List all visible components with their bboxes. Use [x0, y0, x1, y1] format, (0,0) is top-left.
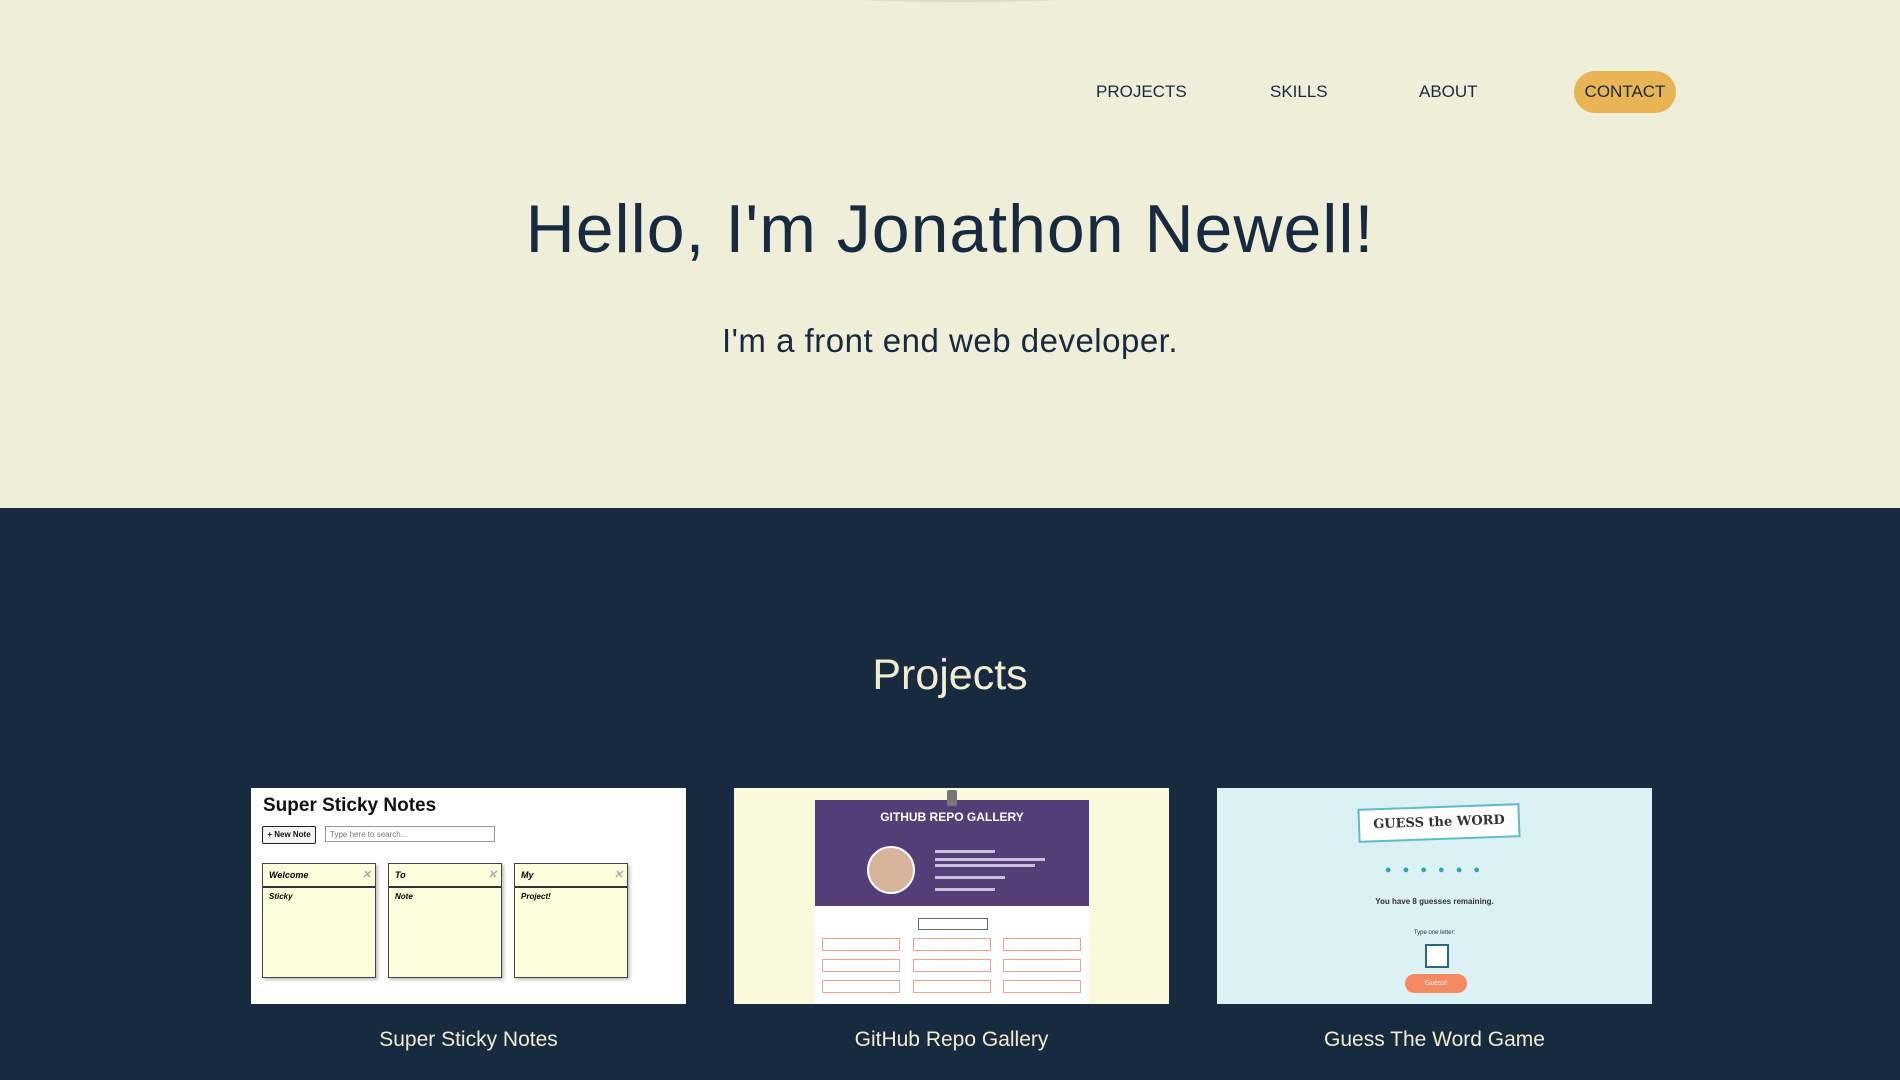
- preview-app-title: GITHUB REPO GALLERY: [880, 810, 1024, 824]
- nav-contact-button[interactable]: CONTACT: [1574, 71, 1676, 113]
- project-card-repo-gallery[interactable]: GITHUB REPO GALLERY GitHub Repo Gallery: [734, 788, 1169, 1052]
- nav-link-about[interactable]: ABOUT: [1419, 70, 1478, 114]
- preview-repo: [1003, 938, 1081, 951]
- preview-search-input: Type here to search...: [325, 826, 495, 842]
- preview-repo: [822, 980, 900, 993]
- preview-app-title: Super Sticky Notes: [263, 795, 437, 816]
- nav-link-projects[interactable]: PROJECTS: [1096, 70, 1187, 114]
- preview-repo: [822, 938, 900, 951]
- preview-app-title: GUESS the WORD: [1357, 803, 1521, 843]
- preview-note: Welcome ✕ Sticky: [262, 863, 376, 978]
- text-line: [935, 888, 995, 891]
- project-thumbnail[interactable]: GUESS the WORD ● ● ● ● ● ● You have 8 gu…: [1217, 788, 1652, 1004]
- preview-filter-input: [918, 918, 988, 930]
- project-title[interactable]: Super Sticky Notes: [251, 1028, 686, 1052]
- decorative-shape: [845, 0, 1075, 2]
- preview-input-label: Type one letter:: [1413, 930, 1456, 936]
- preview-repo: [913, 980, 991, 993]
- preview-repo: [913, 959, 991, 972]
- text-line: [935, 858, 1045, 861]
- preview-repo: [1003, 959, 1081, 972]
- project-title[interactable]: Guess The Word Game: [1217, 1028, 1652, 1052]
- projects-heading: Projects: [872, 651, 1028, 699]
- hero-subtitle: I'm a front end web developer.: [721, 322, 1179, 359]
- project-card-sticky-notes[interactable]: Super Sticky Notes + New Note Type here …: [251, 788, 686, 1052]
- preview-new-note-button: + New Note: [262, 826, 316, 844]
- projects-section: Projects Super Sticky Notes + New Note T…: [0, 508, 1900, 1080]
- close-icon: ✕: [361, 869, 371, 881]
- clip-icon: [947, 790, 957, 806]
- note-title: To: [395, 870, 406, 880]
- project-card-guess-the-word[interactable]: GUESS the WORD ● ● ● ● ● ● You have 8 gu…: [1217, 788, 1652, 1052]
- close-icon: ✕: [487, 869, 497, 881]
- preview-repo: [913, 938, 991, 951]
- note-body: Sticky: [269, 892, 293, 901]
- preview-guess-button: Guess!: [1405, 974, 1467, 993]
- project-title[interactable]: GitHub Repo Gallery: [734, 1028, 1169, 1052]
- preview-note: My ✕ Project!: [514, 863, 628, 978]
- project-thumbnail[interactable]: Super Sticky Notes + New Note Type here …: [251, 788, 686, 1004]
- text-line: [935, 850, 995, 853]
- note-body: Note: [395, 892, 413, 901]
- preview-repo: [1003, 980, 1081, 993]
- hero-section: PROJECTS SKILLS ABOUT CONTACT Hello, I'm…: [0, 0, 1900, 508]
- note-title: My: [521, 870, 534, 880]
- preview-panel: GITHUB REPO GALLERY: [815, 800, 1089, 1004]
- preview-repo: [822, 959, 900, 972]
- avatar: [867, 846, 915, 894]
- preview-note: To ✕ Note: [388, 863, 502, 978]
- preview-letter-input: [1425, 944, 1449, 968]
- preview-header: GITHUB REPO GALLERY: [815, 800, 1089, 906]
- hero-title: Hello, I'm Jonathon Newell!: [525, 191, 1375, 267]
- nav-link-skills[interactable]: SKILLS: [1270, 70, 1328, 114]
- note-title: Welcome: [269, 870, 309, 880]
- note-body: Project!: [521, 892, 551, 901]
- close-icon: ✕: [613, 869, 623, 881]
- preview-word-dots: ● ● ● ● ● ●: [1384, 864, 1485, 876]
- text-line: [935, 864, 1035, 867]
- text-line: [935, 876, 1005, 879]
- preview-guesses-message: You have 8 guesses remaining.: [1375, 897, 1494, 906]
- project-thumbnail[interactable]: GITHUB REPO GALLERY: [734, 788, 1169, 1004]
